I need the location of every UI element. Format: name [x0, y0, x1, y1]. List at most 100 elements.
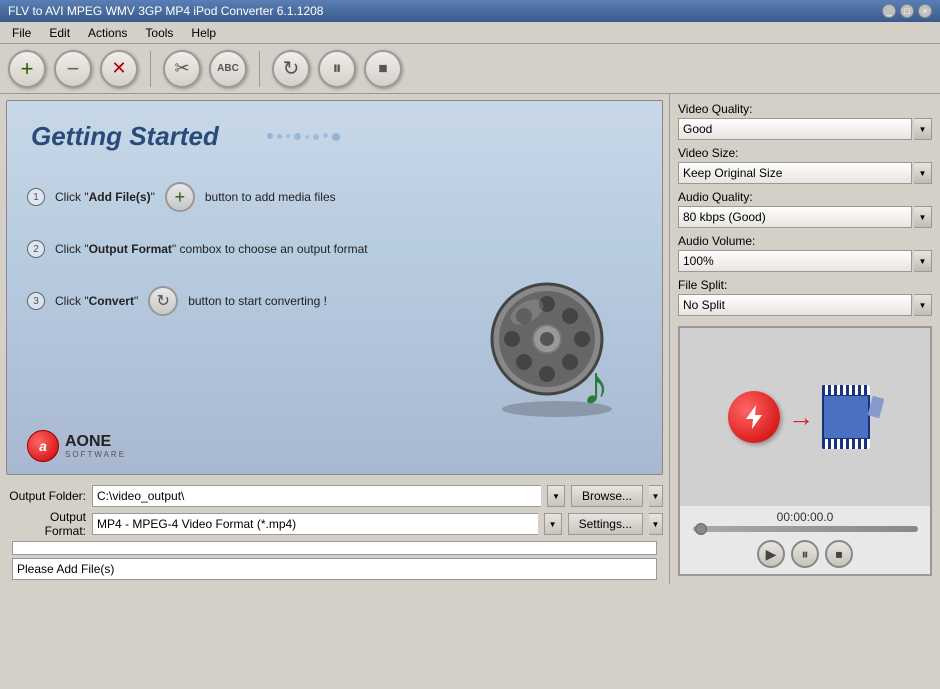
- status-text: Please Add File(s): [17, 562, 114, 576]
- dot: [286, 134, 290, 138]
- right-panel: Video Quality: Good Normal High Best ▼ V…: [670, 94, 940, 584]
- step-3-text-after: button to start converting !: [188, 294, 327, 308]
- video-quality-select[interactable]: Good Normal High Best: [678, 118, 912, 140]
- stop-button[interactable]: ⏹: [364, 50, 402, 88]
- output-folder-label: Output Folder:: [6, 489, 86, 503]
- aone-name: AONE: [65, 434, 126, 450]
- video-quality-section: Video Quality: Good Normal High Best ▼: [678, 102, 932, 140]
- file-split-section: File Split: No Split Split by Size Split…: [678, 278, 932, 316]
- menu-actions[interactable]: Actions: [80, 24, 135, 42]
- close-window-button[interactable]: ×: [918, 4, 932, 18]
- bottom-controls: Output Folder: ▼ Browse... ▼ Output Form…: [0, 481, 669, 584]
- browse-dropdown[interactable]: ▼: [649, 485, 663, 507]
- step-1-text-after: button to add media files: [205, 190, 336, 204]
- step-num-1: 1: [27, 188, 45, 206]
- dot: [305, 135, 309, 139]
- step-1: 1 Click "Add File(s)" + button to add me…: [7, 172, 662, 222]
- audio-volume-row: 100% 50% 75% 125% ▼: [678, 250, 932, 272]
- video-size-select[interactable]: Keep Original Size 320x240 640x480: [678, 162, 912, 184]
- menu-edit[interactable]: Edit: [41, 24, 78, 42]
- output-folder-row: Output Folder: ▼ Browse... ▼: [6, 485, 663, 507]
- pause-button[interactable]: ⏸: [318, 50, 356, 88]
- video-size-row: Keep Original Size 320x240 640x480 ▼: [678, 162, 932, 184]
- rename-button[interactable]: ABC: [209, 50, 247, 88]
- dot: [332, 133, 340, 141]
- aone-subtitle: SOFTWARE: [65, 450, 126, 459]
- dot: [277, 134, 282, 139]
- film-reel-svg: ♪: [482, 274, 642, 424]
- dot: [294, 133, 301, 140]
- maximize-button[interactable]: □: [900, 4, 914, 18]
- step-num-2: 2: [27, 240, 45, 258]
- step-num-3: 3: [27, 292, 45, 310]
- film-reel-graphic: ♪: [482, 274, 642, 434]
- preview-panel: → 00:00:00.0: [678, 326, 932, 576]
- audio-quality-section: Audio Quality: 80 kbps (Good) 128 kbps 1…: [678, 190, 932, 228]
- cut-button[interactable]: ✂: [163, 50, 201, 88]
- refresh-button[interactable]: ↻: [272, 50, 310, 88]
- aone-icon: a: [27, 430, 59, 462]
- file-split-select[interactable]: No Split Split by Size Split by Time: [678, 294, 912, 316]
- file-split-arrow[interactable]: ▼: [914, 294, 932, 316]
- preview-stop-button[interactable]: ⏹: [825, 540, 853, 568]
- film-fold: [870, 397, 882, 417]
- video-quality-row: Good Normal High Best ▼: [678, 118, 932, 140]
- flash-icon: [728, 391, 780, 443]
- close-button[interactable]: ✕: [100, 50, 138, 88]
- output-format-input[interactable]: [92, 513, 538, 535]
- preview-seek-bar[interactable]: [693, 526, 918, 532]
- seek-thumb: [695, 523, 707, 535]
- audio-quality-arrow[interactable]: ▼: [914, 206, 932, 228]
- audio-volume-select[interactable]: 100% 50% 75% 125%: [678, 250, 912, 272]
- file-split-label: File Split:: [678, 278, 932, 292]
- preview-image-area: →: [680, 328, 930, 506]
- step-1-text: Click "Add File(s)": [55, 190, 155, 204]
- aone-brand: AONE SOFTWARE: [65, 434, 126, 459]
- getting-started-title: Getting Started: [7, 101, 662, 162]
- svg-text:♪: ♪: [582, 355, 610, 416]
- video-size-arrow[interactable]: ▼: [914, 162, 932, 184]
- settings-dropdown[interactable]: ▼: [649, 513, 663, 535]
- preview-controls: ▶ ⏸ ⏹: [757, 536, 853, 574]
- menu-file[interactable]: File: [4, 24, 39, 42]
- browse-button[interactable]: Browse...: [571, 485, 643, 507]
- decorative-dots: [267, 133, 340, 141]
- file-split-row: No Split Split by Size Split by Time ▼: [678, 294, 932, 316]
- title-bar: FLV to AVI MPEG WMV 3GP MP4 iPod Convert…: [0, 0, 940, 22]
- step-2: 2 Click "Output Format" combox to choose…: [7, 230, 662, 268]
- audio-volume-arrow[interactable]: ▼: [914, 250, 932, 272]
- audio-volume-section: Audio Volume: 100% 50% 75% 125% ▼: [678, 234, 932, 272]
- dot: [313, 134, 319, 140]
- step-3-text: Click "Convert": [55, 294, 138, 308]
- output-folder-input[interactable]: [92, 485, 541, 507]
- preview-pause-button[interactable]: ⏸: [791, 540, 819, 568]
- step-1-add-icon: +: [165, 182, 195, 212]
- convert-arrow-icon: →: [788, 402, 814, 433]
- minimize-button[interactable]: _: [882, 4, 896, 18]
- add-file-button[interactable]: +: [8, 50, 46, 88]
- output-format-label: Output Format:: [6, 510, 86, 538]
- menu-help[interactable]: Help: [183, 24, 224, 42]
- output-folder-dropdown[interactable]: ▼: [547, 485, 565, 507]
- dot: [267, 133, 273, 139]
- preview-time: 00:00:00.0: [777, 506, 834, 526]
- settings-button[interactable]: Settings...: [568, 513, 643, 535]
- film-strip-icon: [822, 385, 870, 449]
- video-size-section: Video Size: Keep Original Size 320x240 6…: [678, 146, 932, 184]
- audio-quality-label: Audio Quality:: [678, 190, 932, 204]
- aone-logo: a AONE SOFTWARE: [27, 430, 126, 462]
- main-area: Getting Started 1 Click "Add File(s)" +: [0, 94, 940, 584]
- progress-bar-container: [12, 541, 657, 555]
- remove-button[interactable]: −: [54, 50, 92, 88]
- preview-play-button[interactable]: ▶: [757, 540, 785, 568]
- flash-symbol: [740, 403, 768, 431]
- toolbar-separator: [150, 51, 151, 87]
- menu-tools[interactable]: Tools: [137, 24, 181, 42]
- dot: [323, 133, 328, 138]
- output-format-dropdown[interactable]: ▼: [544, 513, 562, 535]
- audio-quality-select[interactable]: 80 kbps (Good) 128 kbps 192 kbps: [678, 206, 912, 228]
- audio-quality-row: 80 kbps (Good) 128 kbps 192 kbps ▼: [678, 206, 932, 228]
- video-quality-arrow[interactable]: ▼: [914, 118, 932, 140]
- video-quality-label: Video Quality:: [678, 102, 932, 116]
- status-bar: Please Add File(s): [12, 558, 657, 580]
